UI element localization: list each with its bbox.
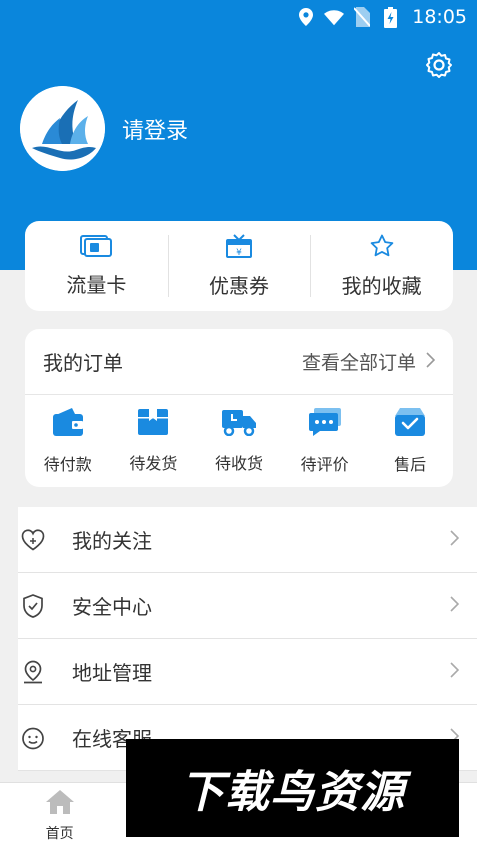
quick-link-label: 优惠券 xyxy=(209,273,269,298)
home-icon xyxy=(45,789,75,819)
comment-icon xyxy=(308,407,342,441)
quick-link-label: 流量卡 xyxy=(66,272,127,297)
heart-icon xyxy=(20,527,46,553)
status-time: 18:05 xyxy=(412,6,467,28)
orders-header: 我的订单 查看全部订单 xyxy=(25,329,453,395)
quick-link-label: 我的收藏 xyxy=(341,273,422,298)
service-bag-icon xyxy=(394,407,426,441)
menu-item-following[interactable]: 我的关注 xyxy=(18,507,477,573)
no-sim-icon xyxy=(352,7,372,27)
order-status-pending-payment[interactable]: 待付款 xyxy=(25,407,111,475)
orders-card: 我的订单 查看全部订单 待付款 待发货 待收货 待评价 售后 xyxy=(25,329,453,487)
quick-link-favorites[interactable]: 我的收藏 xyxy=(310,221,453,311)
menu-item-label: 地址管理 xyxy=(72,661,152,685)
wallet-icon xyxy=(52,407,84,441)
quick-link-data-card[interactable]: 流量卡 xyxy=(25,221,168,311)
view-all-orders-label: 查看全部订单 xyxy=(301,352,416,374)
order-status-label: 待收货 xyxy=(214,454,263,473)
order-status-pending-shipment[interactable]: 待发货 xyxy=(111,408,197,474)
coupon-icon: ¥ xyxy=(226,233,252,262)
order-status-pending-review[interactable]: 待评价 xyxy=(282,407,368,475)
view-all-orders-link[interactable]: 查看全部订单 xyxy=(301,348,436,375)
tab-home[interactable]: 首页 xyxy=(0,783,119,848)
chevron-right-icon xyxy=(450,662,460,682)
avatar[interactable] xyxy=(20,86,105,171)
location-icon xyxy=(296,7,316,27)
orders-title: 我的订单 xyxy=(43,351,123,375)
order-status-label: 待发货 xyxy=(129,454,178,473)
tab-label: 首页 xyxy=(45,825,74,842)
quick-links-card: 流量卡 ¥ 优惠券 我的收藏 xyxy=(25,221,453,311)
order-status-label: 待付款 xyxy=(43,455,92,474)
menu-item-security-center[interactable]: 安全中心 xyxy=(18,573,477,639)
chevron-right-icon xyxy=(450,530,460,550)
shield-icon xyxy=(20,593,46,619)
smile-icon xyxy=(20,725,46,751)
location-pin-icon xyxy=(20,659,46,685)
svg-text:¥: ¥ xyxy=(236,248,242,258)
menu-item-label: 安全中心 xyxy=(72,595,152,619)
settings-menu: 我的关注 安全中心 地址管理 在线客服 xyxy=(18,507,477,771)
login-prompt[interactable]: 请登录 xyxy=(122,113,188,145)
menu-item-label: 我的关注 xyxy=(72,529,152,553)
watermark: 下载鸟资源 xyxy=(126,739,459,837)
order-status-label: 售后 xyxy=(394,455,427,474)
menu-item-address-management[interactable]: 地址管理 xyxy=(18,639,477,705)
status-bar: 18:05 xyxy=(0,0,477,34)
chevron-right-icon xyxy=(426,351,436,373)
quick-link-coupons[interactable]: ¥ 优惠券 xyxy=(167,221,311,311)
order-status-label: 待评价 xyxy=(300,455,349,474)
order-status-after-sales[interactable]: 售后 xyxy=(367,407,453,475)
chevron-right-icon xyxy=(450,596,460,616)
sim-card-icon xyxy=(80,234,113,261)
box-icon xyxy=(137,408,169,440)
wifi-icon xyxy=(324,7,345,27)
gear-icon[interactable] xyxy=(425,51,453,79)
star-icon xyxy=(370,234,394,262)
order-status-row: 待付款 待发货 待收货 待评价 售后 xyxy=(25,395,453,487)
battery-charging-icon xyxy=(380,6,400,28)
truck-icon xyxy=(221,408,257,440)
order-status-pending-receipt[interactable]: 待收货 xyxy=(196,408,282,474)
